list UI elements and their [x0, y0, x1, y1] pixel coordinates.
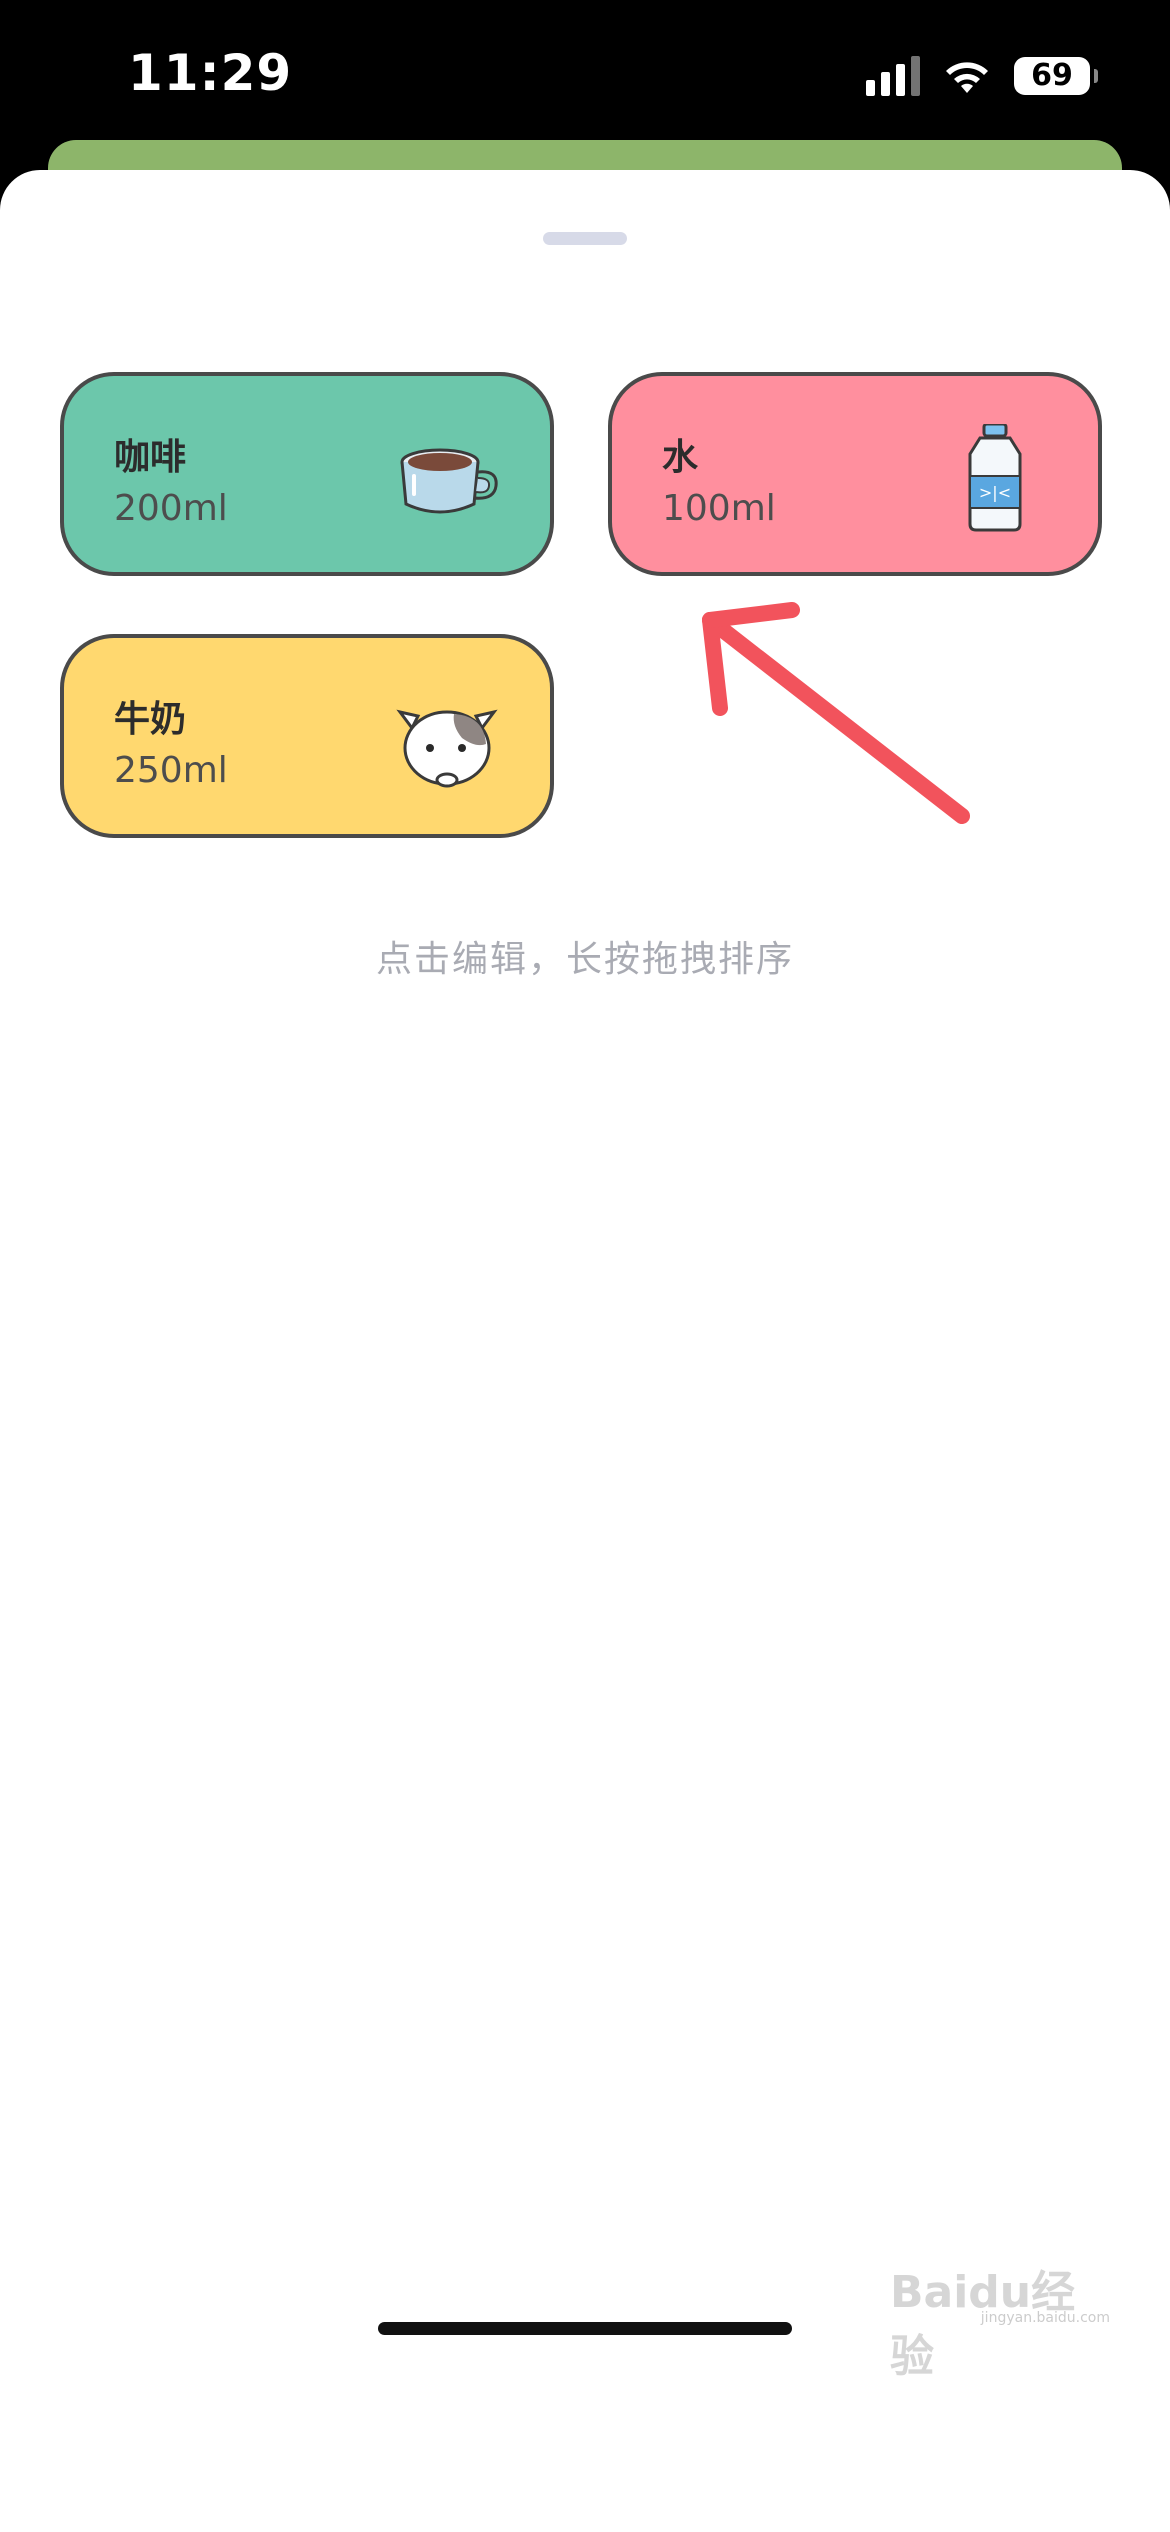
- status-bar: 11:29 69: [0, 0, 1170, 150]
- watermark-url: jingyan.baidu.com: [980, 2310, 1110, 2326]
- card-amount: 100ml: [662, 488, 776, 529]
- sheet-grabber[interactable]: [543, 232, 627, 245]
- card-name: 咖啡: [114, 437, 187, 478]
- battery-icon: 69: [1014, 57, 1098, 95]
- card-amount: 250ml: [114, 750, 228, 791]
- drink-card-water[interactable]: 水 100ml >|<: [608, 372, 1102, 576]
- drink-card-coffee[interactable]: 咖啡 200ml: [60, 372, 554, 576]
- baidu-watermark: Baidu经验 jingyan.baidu.com: [890, 2256, 1110, 2382]
- card-name: 牛奶: [114, 699, 187, 740]
- cow-icon: [396, 709, 498, 788]
- water-bottle-icon: >|<: [968, 424, 1022, 532]
- card-name: 水: [662, 437, 699, 478]
- svg-text:>|<: >|<: [979, 483, 1011, 502]
- wifi-icon: [946, 62, 988, 93]
- bottom-sheet: 咖啡 200ml 水 100ml >|< 牛奶 250ml 点击编辑，长按拖拽排…: [0, 170, 1170, 2532]
- home-indicator[interactable]: [378, 2322, 792, 2335]
- status-icons: 69: [866, 56, 1098, 96]
- card-amount: 200ml: [114, 488, 228, 529]
- coffee-cup-icon: [400, 448, 498, 514]
- battery-level: 69: [1031, 58, 1073, 93]
- red-arrow-icon: [702, 602, 970, 824]
- drink-card-milk[interactable]: 牛奶 250ml: [60, 634, 554, 838]
- hint-text: 点击编辑，长按拖拽排序: [375, 939, 794, 980]
- status-time: 11:29: [128, 44, 293, 102]
- cellular-signal-icon: [866, 56, 920, 96]
